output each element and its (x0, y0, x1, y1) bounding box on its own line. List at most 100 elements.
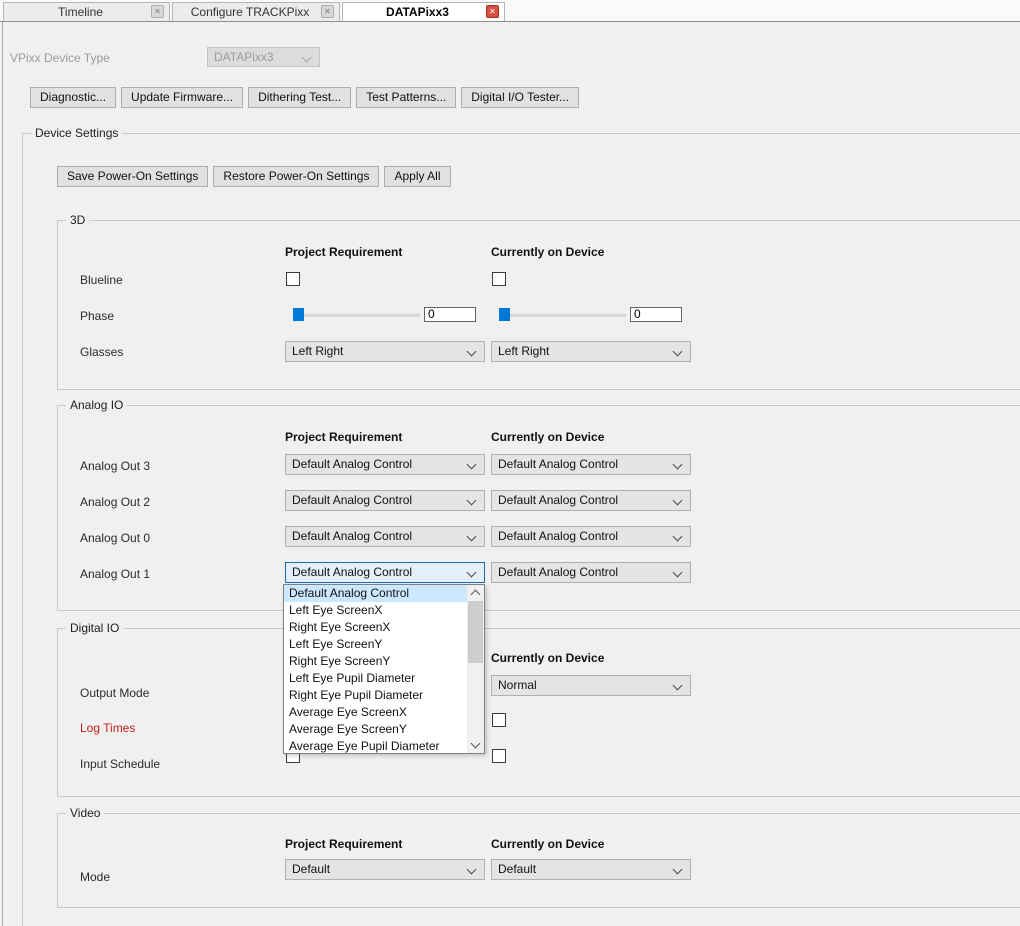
analog-out-0-device-value: Default Analog Control (498, 529, 618, 543)
video-section-title: Video (66, 806, 104, 820)
3d-currently-on-device-header: Currently on Device (491, 245, 604, 259)
chevron-down-icon (673, 460, 683, 470)
update-firmware-button[interactable]: Update Firmware... (121, 87, 243, 108)
dropdown-option[interactable]: Right Eye Pupil Diameter (284, 687, 467, 704)
phase-project-slider-handle[interactable] (293, 308, 304, 321)
log-times-label: Log Times (80, 721, 135, 735)
analog-out-2-device-select[interactable]: Default Analog Control (491, 490, 691, 511)
phase-device-value-input[interactable]: 0 (630, 307, 682, 322)
input-schedule-label: Input Schedule (80, 757, 160, 771)
dropdown-option[interactable]: Default Analog Control (284, 585, 467, 602)
chevron-down-icon (302, 53, 312, 63)
phase-device-slider-track[interactable] (499, 313, 626, 317)
glasses-project-select[interactable]: Left Right (285, 341, 485, 362)
datapixx-settings-window: Timeline ✕ Configure TRACKPixx ✕ DATAPix… (0, 0, 1020, 926)
analog-out-1-label: Analog Out 1 (80, 567, 150, 581)
glasses-label: Glasses (80, 345, 123, 359)
scrollbar-thumb[interactable] (468, 601, 483, 663)
tab-datapixx3-label: DATAPixx3 (380, 5, 467, 19)
tab-timeline-close-icon[interactable]: ✕ (151, 5, 164, 18)
dithering-test-button[interactable]: Dithering Test... (248, 87, 351, 108)
analog-out-0-device-select[interactable]: Default Analog Control (491, 526, 691, 547)
3d-section-title: 3D (66, 213, 89, 227)
log-times-device-checkbox[interactable] (492, 713, 506, 727)
dropdown-option[interactable]: Left Eye Pupil Diameter (284, 670, 467, 687)
power-on-actions: Save Power-On Settings Restore Power-On … (57, 166, 451, 187)
glasses-device-value: Left Right (498, 344, 549, 358)
save-power-on-settings-button[interactable]: Save Power-On Settings (57, 166, 208, 187)
chevron-down-icon (673, 865, 683, 875)
toolbar: Diagnostic... Update Firmware... Ditheri… (30, 87, 579, 108)
phase-project-slider-track[interactable] (293, 313, 420, 317)
analog-io-section-title: Analog IO (66, 398, 127, 412)
tab-datapixx3-close-icon[interactable]: ✕ (486, 5, 499, 18)
tab-configure-trackpixx-label: Configure TRACKPixx (185, 5, 328, 19)
video-mode-device-select[interactable]: Default (491, 859, 691, 880)
blueline-device-checkbox[interactable] (492, 272, 506, 286)
test-patterns-button[interactable]: Test Patterns... (356, 87, 456, 108)
device-settings-title: Device Settings (31, 126, 122, 140)
blueline-label: Blueline (80, 273, 123, 287)
chevron-down-icon (673, 681, 683, 691)
output-mode-label: Output Mode (80, 686, 149, 700)
tab-configure-trackpixx-close-icon[interactable]: ✕ (321, 5, 334, 18)
analog-out-3-device-select[interactable]: Default Analog Control (491, 454, 691, 475)
chevron-down-icon (467, 496, 477, 506)
digital-currently-on-device-header: Currently on Device (491, 651, 604, 665)
analog-out-3-project-select[interactable]: Default Analog Control (285, 454, 485, 475)
analog-out-0-project-select[interactable]: Default Analog Control (285, 526, 485, 547)
chevron-down-icon (673, 496, 683, 506)
analog-out-2-project-select[interactable]: Default Analog Control (285, 490, 485, 511)
analog-currently-on-device-header: Currently on Device (491, 430, 604, 444)
analog-out-3-label: Analog Out 3 (80, 459, 150, 473)
video-currently-on-device-header: Currently on Device (491, 837, 604, 851)
output-mode-device-value: Normal (498, 678, 537, 692)
chevron-down-icon (673, 532, 683, 542)
tab-datapixx3[interactable]: DATAPixx3 ✕ (342, 2, 505, 21)
scroll-up-icon[interactable] (471, 590, 481, 600)
tab-timeline[interactable]: Timeline ✕ (3, 2, 170, 21)
video-mode-project-select[interactable]: Default (285, 859, 485, 880)
analog-out-3-device-value: Default Analog Control (498, 457, 618, 471)
analog-out-2-device-value: Default Analog Control (498, 493, 618, 507)
dropdown-option[interactable]: Right Eye ScreenX (284, 619, 467, 636)
video-mode-project-value: Default (292, 862, 330, 876)
analog-out-0-project-value: Default Analog Control (292, 529, 412, 543)
glasses-device-select[interactable]: Left Right (491, 341, 691, 362)
dropdown-scrollbar[interactable] (467, 585, 484, 753)
dropdown-option[interactable]: Average Eye Pupil Diameter (284, 738, 467, 755)
digital-io-tester-button[interactable]: Digital I/O Tester... (461, 87, 579, 108)
dropdown-option[interactable]: Average Eye ScreenY (284, 721, 467, 738)
dropdown-option[interactable]: Left Eye ScreenY (284, 636, 467, 653)
input-schedule-device-checkbox[interactable] (492, 749, 506, 763)
scroll-down-icon[interactable] (471, 739, 481, 749)
analog-out-2-label: Analog Out 2 (80, 495, 150, 509)
chevron-down-icon (673, 347, 683, 357)
digital-io-section-title: Digital IO (66, 621, 123, 635)
analog-out-1-project-value: Default Analog Control (292, 565, 412, 579)
tab-configure-trackpixx[interactable]: Configure TRACKPixx ✕ (172, 2, 340, 21)
analog-out-1-dropdown-list: Default Analog Control Left Eye ScreenX … (283, 584, 485, 754)
analog-out-1-device-select[interactable]: Default Analog Control (491, 562, 691, 583)
restore-power-on-settings-button[interactable]: Restore Power-On Settings (213, 166, 379, 187)
analog-out-3-project-value: Default Analog Control (292, 457, 412, 471)
video-mode-device-value: Default (498, 862, 536, 876)
vpixx-device-type-label: VPixx Device Type (10, 51, 110, 65)
phase-project-value-input[interactable]: 0 (424, 307, 476, 322)
chevron-down-icon (467, 865, 477, 875)
vpixx-device-type-value: DATAPixx3 (214, 50, 274, 64)
chevron-down-icon (467, 460, 477, 470)
dropdown-option[interactable]: Right Eye ScreenY (284, 653, 467, 670)
glasses-project-value: Left Right (292, 344, 343, 358)
dropdown-option[interactable]: Average Eye ScreenX (284, 704, 467, 721)
dropdown-option[interactable]: Left Eye ScreenX (284, 602, 467, 619)
phase-device-slider-handle[interactable] (499, 308, 510, 321)
analog-out-1-project-select[interactable]: Default Analog Control (285, 562, 485, 583)
diagnostic-button[interactable]: Diagnostic... (30, 87, 116, 108)
blueline-project-checkbox[interactable] (286, 272, 300, 286)
output-mode-device-select[interactable]: Normal (491, 675, 691, 696)
content-left-border (2, 22, 3, 926)
tab-timeline-label: Timeline (52, 5, 121, 19)
video-project-requirement-header: Project Requirement (285, 837, 402, 851)
apply-all-button[interactable]: Apply All (384, 166, 450, 187)
